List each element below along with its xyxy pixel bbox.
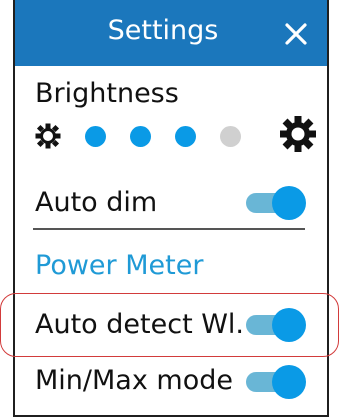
sun-large-icon[interactable] bbox=[280, 116, 316, 152]
toggle-knob bbox=[272, 365, 306, 399]
auto-dim-label: Auto dim bbox=[35, 187, 158, 218]
settings-panel: Settings Brightness Auto dim Power Meter… bbox=[13, 0, 329, 417]
brightness-label: Brightness bbox=[35, 78, 179, 109]
header-bar: Settings bbox=[15, 0, 327, 66]
brightness-level-dot[interactable] bbox=[220, 126, 241, 147]
min-max-label: Min/Max mode bbox=[35, 365, 233, 396]
divider bbox=[33, 228, 305, 230]
auto-dim-toggle[interactable] bbox=[246, 186, 306, 220]
close-button[interactable] bbox=[281, 19, 311, 49]
brightness-level-dot[interactable] bbox=[175, 126, 196, 147]
brightness-slider[interactable] bbox=[35, 116, 316, 156]
toggle-knob bbox=[272, 308, 306, 342]
sun-small-icon[interactable] bbox=[35, 123, 61, 149]
brightness-level-dot[interactable] bbox=[130, 126, 151, 147]
min-max-toggle[interactable] bbox=[246, 365, 306, 399]
close-icon bbox=[285, 23, 307, 45]
toggle-knob bbox=[272, 186, 306, 220]
power-meter-section-title: Power Meter bbox=[35, 250, 204, 281]
auto-detect-label: Auto detect Wl. bbox=[35, 309, 245, 340]
page-title: Settings bbox=[107, 15, 219, 46]
brightness-level-dot[interactable] bbox=[85, 126, 106, 147]
auto-detect-toggle[interactable] bbox=[246, 308, 306, 342]
